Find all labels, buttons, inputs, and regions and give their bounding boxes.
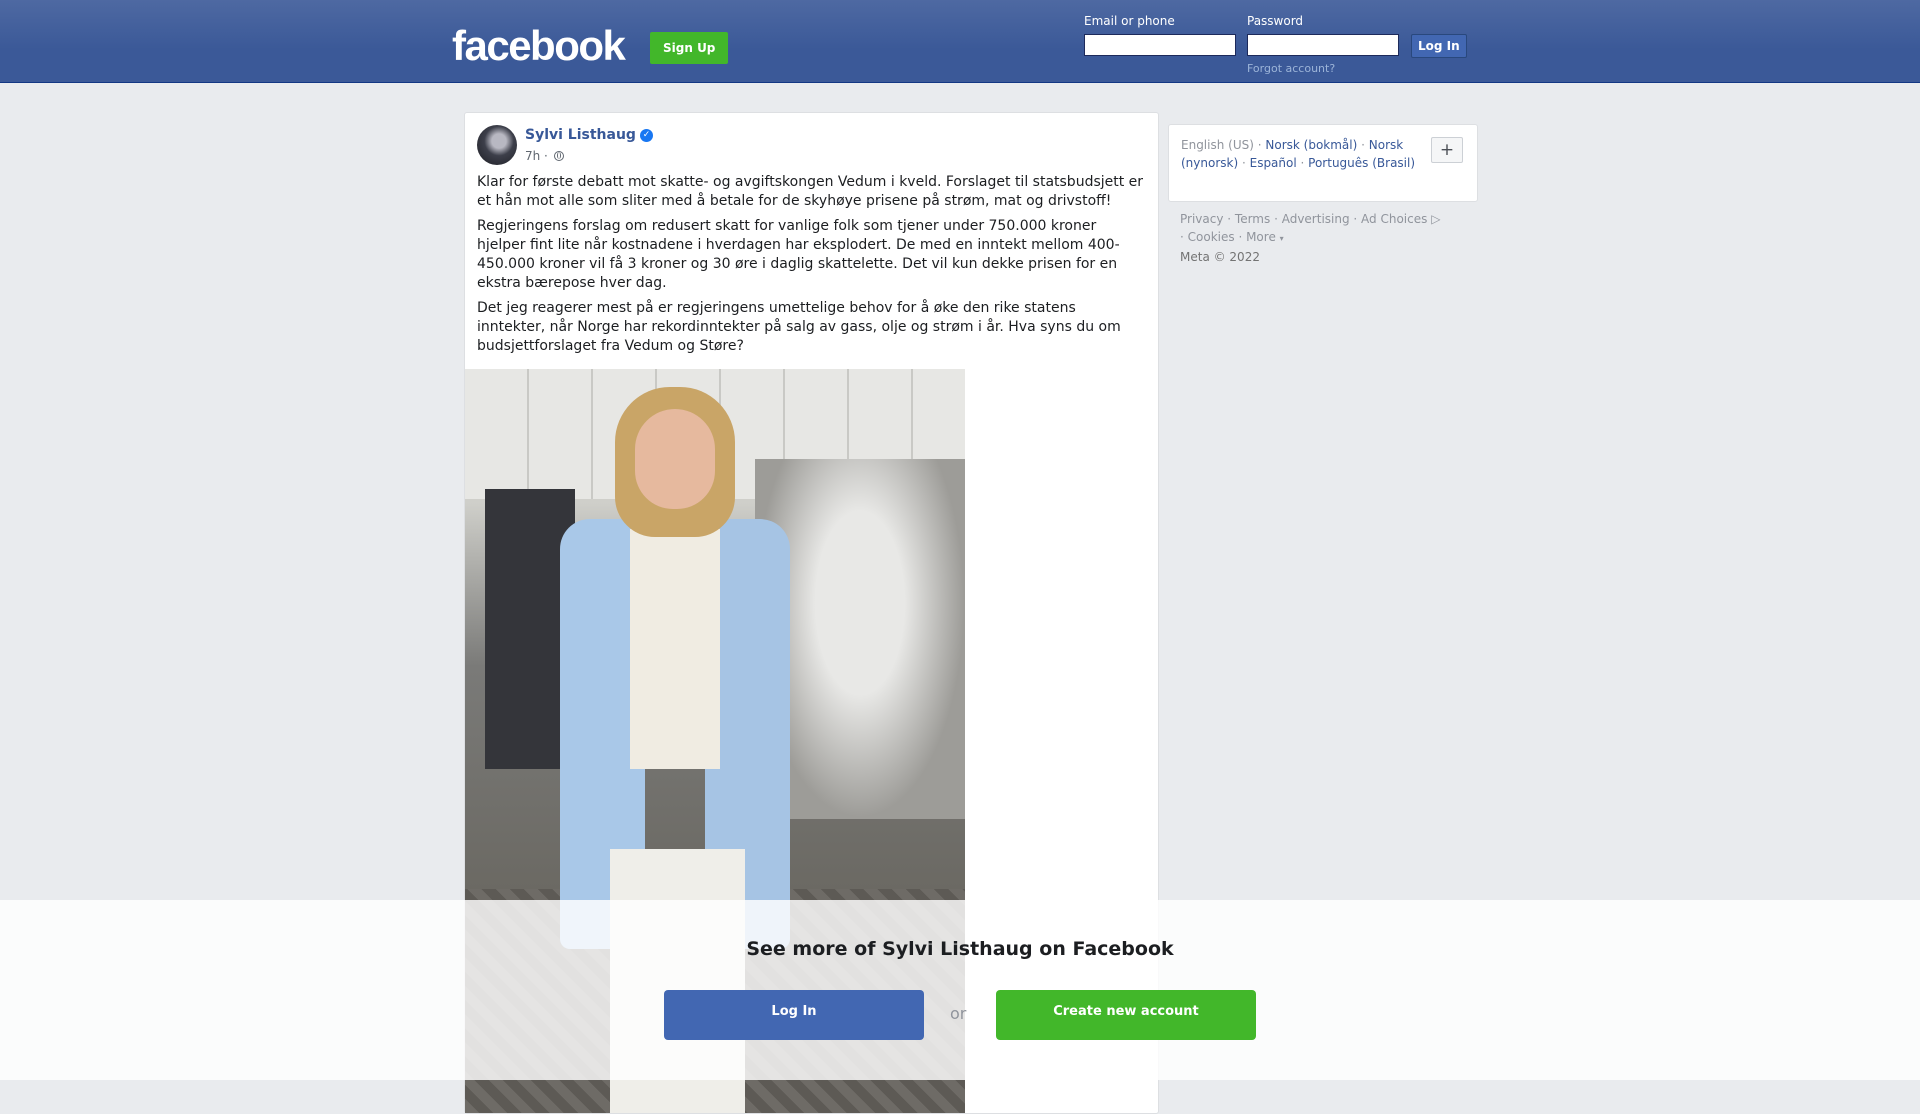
top-bar: facebook Sign Up Email or phone Password…: [0, 0, 1920, 83]
globe-icon: [553, 151, 564, 161]
post-paragraph: Det jeg reagerer mest på er regjeringens…: [477, 300, 1121, 354]
password-field[interactable]: [1247, 34, 1399, 56]
language-list: English (US) · Norsk (bokmål) · Norsk (n…: [1181, 138, 1416, 170]
email-label: Email or phone: [1084, 14, 1175, 28]
author-name[interactable]: Sylvi Listhaug: [525, 127, 636, 143]
footer-link-privacy[interactable]: Privacy: [1180, 212, 1223, 226]
language-box: English (US) · Norsk (bokmål) · Norsk (n…: [1168, 124, 1478, 202]
sign-up-button[interactable]: Sign Up: [650, 32, 729, 64]
email-field[interactable]: [1084, 34, 1236, 56]
shirt: [630, 529, 720, 769]
facebook-logo[interactable]: facebook: [452, 20, 626, 72]
footer-link-cookies[interactable]: Cookies: [1188, 230, 1235, 244]
password-label: Password: [1247, 14, 1304, 28]
footer-link-advertising[interactable]: Advertising: [1282, 212, 1350, 226]
ad-choices-icon: ▷: [1431, 212, 1441, 226]
post-text: Klar for første debatt mot skatte- og av…: [477, 173, 1145, 362]
copyright: Meta © 2022: [1180, 250, 1260, 264]
avatar[interactable]: [477, 125, 517, 165]
language-link[interactable]: Español: [1250, 156, 1297, 170]
chevron-down-icon: ▾: [1279, 234, 1284, 243]
post-paragraph: Klar for første debatt mot skatte- og av…: [477, 174, 1144, 209]
login-overlay: [0, 900, 1920, 1080]
language-link[interactable]: Norsk (bokmål): [1265, 138, 1357, 152]
forgot-account-link[interactable]: Forgot account?: [1247, 62, 1335, 75]
overlay-title: See more of Sylvi Listhaug on Facebook: [746, 938, 1174, 960]
language-current: English (US): [1181, 138, 1254, 152]
post-meta: 7h ·: [525, 149, 564, 163]
overlay-log-in-button[interactable]: Log In: [664, 990, 924, 1040]
language-link[interactable]: Português (Brasil): [1308, 156, 1415, 170]
post-time[interactable]: 7h ·: [525, 149, 548, 163]
footer-link-terms[interactable]: Terms: [1235, 212, 1270, 226]
create-account-button[interactable]: Create new account: [996, 990, 1256, 1040]
post-paragraph: Regjeringens forslag om redusert skatt f…: [477, 218, 1120, 291]
post-author[interactable]: Sylvi Listhaug ✓: [525, 127, 653, 143]
add-language-button[interactable]: +: [1431, 137, 1463, 163]
footer-link-ad-choices[interactable]: Ad Choices: [1361, 212, 1427, 226]
verified-badge-icon: ✓: [639, 128, 653, 142]
face: [635, 409, 715, 509]
overlay-or: or: [950, 1004, 967, 1023]
footer-links: Privacy · Terms · Advertising · Ad Choic…: [1180, 212, 1441, 264]
log-in-button[interactable]: Log In: [1411, 34, 1467, 58]
footer-link-more[interactable]: More: [1246, 230, 1276, 244]
